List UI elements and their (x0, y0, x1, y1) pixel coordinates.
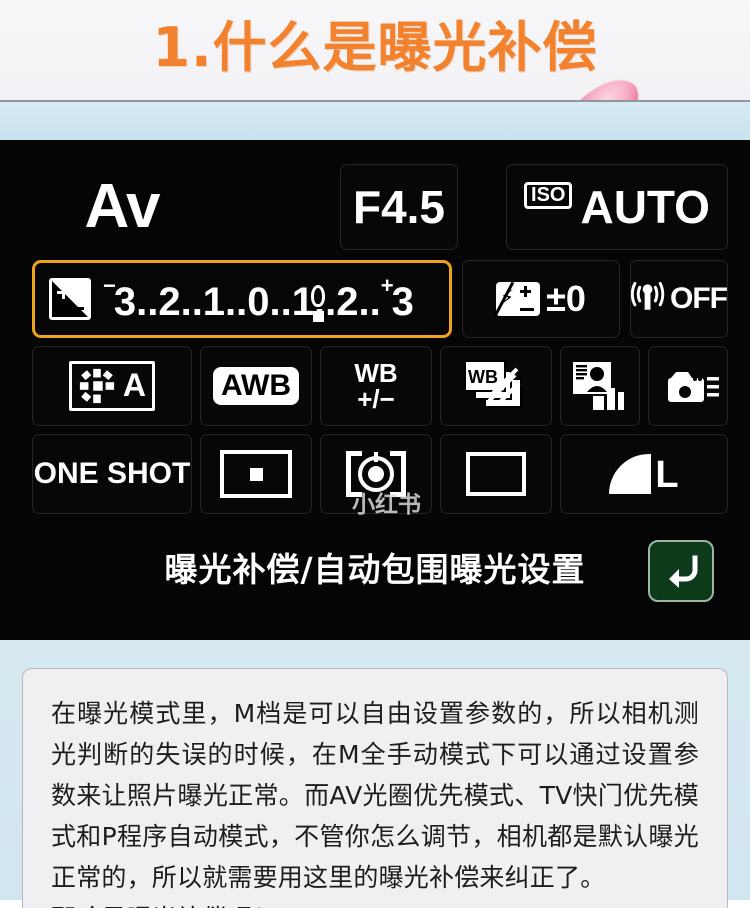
iso-value: AUTO (580, 181, 710, 233)
af-mode-value: ONE SHOT (33, 457, 191, 490)
exposure-compensation-icon (49, 278, 91, 320)
lcd-function-label: 曝光补偿/自动包围曝光设置 (22, 532, 728, 602)
iso-cell[interactable]: ISO AUTO (506, 164, 728, 250)
camera-settings-icon (661, 372, 719, 402)
picture-style-value: A (122, 367, 146, 403)
awb-value: AWB (213, 367, 299, 405)
af-point-cell[interactable] (200, 434, 312, 514)
body-section: 在曝光模式里，M档是可以自由设置参数的，所以相机测光判断的失误的时候，在M全手动… (0, 640, 750, 908)
return-arrow-icon (669, 555, 698, 588)
wb-bracketing-cell[interactable]: WB (440, 346, 552, 426)
custom-controls-cell[interactable] (648, 346, 728, 426)
body-text-card: 在曝光模式里，M档是可以自由设置参数的，所以相机测光判断的失误的时候，在M全手动… (22, 668, 728, 908)
image-quality-cell[interactable]: L (560, 434, 728, 514)
aperture-value: F4.5 (352, 181, 446, 233)
exposure-scale-end: 3 (391, 280, 414, 324)
wifi-status-value: OFF (670, 282, 728, 315)
exposure-scale-plus-sign: + (380, 273, 394, 298)
flash-exposure-compensation-cell[interactable]: ⚡ ±0 (462, 260, 620, 338)
header-band: 1.什么是曝光补偿 (0, 0, 750, 100)
picture-style-detail-icon (573, 362, 624, 410)
wb-bracketing-icon: WB (464, 360, 522, 408)
exposure-scale-left: 3..2..1.. (113, 280, 248, 324)
drive-mode-single-icon (466, 452, 526, 496)
wb-correction-sub: +/− (357, 384, 395, 414)
picture-style-auto-icon: A (69, 361, 155, 411)
exposure-scale-minus-sign: − (103, 273, 116, 298)
body-paragraph-1: 在曝光模式里，M档是可以自由设置参数的，所以相机测光判断的失误的时候，在M全手动… (51, 699, 699, 892)
exposure-level-marker-icon (307, 285, 329, 322)
sparkle-icon (79, 368, 115, 404)
lcd-function-label-text: 曝光补偿/自动包围曝光设置 (164, 550, 586, 589)
af-mode-cell[interactable]: ONE SHOT (32, 434, 192, 514)
metering-mode-cell[interactable] (320, 434, 432, 514)
exposure-scale-zero: 0 (247, 280, 270, 324)
wb-correction-icon: WB +/− (354, 360, 397, 412)
shooting-mode-value: Av (84, 172, 161, 241)
aperture-cell[interactable]: F4.5 (340, 164, 458, 250)
flash-compensation-icon: ⚡ (492, 281, 541, 319)
page-title: 1.什么是曝光补偿 (152, 16, 598, 79)
exposure-scale: −3..2..1..0..1..2..+3 (103, 273, 414, 325)
iso-badge-icon: ISO (524, 181, 573, 209)
blue-accent-strip (0, 102, 750, 141)
picture-style-detail-cell[interactable] (560, 346, 640, 426)
svg-text:WB: WB (468, 367, 498, 387)
drive-mode-cell[interactable] (440, 434, 552, 514)
exposure-compensation-cell[interactable]: −3..2..1..0..1..2..+3 (32, 260, 452, 338)
camera-lcd-panel: Av F4.5 ISO AUTO −3..2..1..0..1..2..+3 ⚡ (0, 140, 750, 640)
wifi-icon (631, 281, 665, 310)
image-quality-value: L (655, 454, 679, 496)
flash-compensation-value: ±0 (546, 278, 586, 319)
af-point-selection-icon (220, 450, 292, 498)
image-quality-wedge-icon (609, 454, 652, 494)
white-balance-cell[interactable]: AWB (200, 346, 312, 426)
wb-correction-cell[interactable]: WB +/− (320, 346, 432, 426)
shooting-mode-cell[interactable]: Av (32, 162, 212, 252)
back-button[interactable] (648, 540, 714, 602)
picture-style-cell[interactable]: A (32, 346, 192, 426)
metering-mode-icon (346, 451, 406, 497)
wifi-cell[interactable]: OFF (630, 260, 728, 338)
